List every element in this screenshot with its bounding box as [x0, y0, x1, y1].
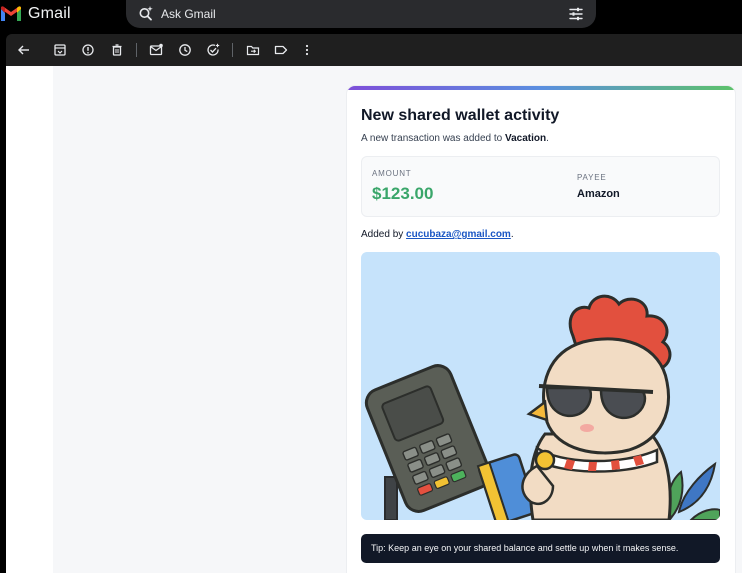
added-by-line: Added by cucubaza@gmail.com. [361, 229, 514, 240]
terminal-stand [384, 476, 398, 520]
subtitle-suffix: . [546, 133, 549, 144]
top-bar: Gmail Ask Gmail [0, 0, 742, 30]
search-options-icon[interactable] [568, 6, 584, 22]
email-subtitle: A new transaction was added to Vacation. [361, 133, 549, 144]
email-title: New shared wallet activity [361, 107, 560, 124]
toolbar-divider [232, 43, 233, 57]
snooze-icon[interactable] [178, 43, 192, 57]
add-task-icon[interactable] [206, 43, 220, 57]
search-box[interactable]: Ask Gmail [126, 0, 596, 28]
chicken-beak [526, 399, 549, 422]
move-to-icon[interactable] [246, 43, 260, 57]
payee-value: Amazon [577, 188, 620, 200]
search-input[interactable]: Ask Gmail [161, 7, 216, 21]
report-spam-icon[interactable] [81, 43, 95, 57]
payee-label: PAYEE [577, 173, 607, 182]
label-icon[interactable] [274, 43, 288, 57]
gmail-m-icon [1, 6, 21, 21]
amount-label: AMOUNT [372, 169, 412, 178]
delete-icon[interactable] [110, 43, 124, 57]
leaf [677, 461, 717, 514]
gmail-logo[interactable]: Gmail [0, 4, 71, 24]
transaction-details: AMOUNT $123.00 PAYEE Amazon [361, 156, 720, 217]
chicken-blush [580, 424, 594, 432]
added-by-prefix: Added by [361, 229, 407, 240]
message-toolbar [6, 34, 742, 66]
search-spark-icon [139, 6, 153, 21]
app-name: Gmail [28, 5, 71, 22]
amount-value: $123.00 [372, 184, 434, 203]
subtitle-prefix: A new transaction was added to [361, 133, 505, 144]
archive-icon[interactable] [53, 43, 67, 57]
mark-unread-icon[interactable] [149, 43, 163, 57]
added-by-email-link[interactable]: cucubaza@gmail.com [406, 229, 511, 240]
email-card: New shared wallet activity A new transac… [347, 86, 735, 573]
chicken-card-terminal-illustration [361, 252, 720, 520]
illustration-art [364, 294, 720, 520]
back-arrow-icon[interactable] [17, 43, 31, 57]
leaf [689, 508, 720, 520]
wallet-name: Vacation [504, 133, 547, 144]
added-by-suffix: . [510, 229, 514, 240]
toolbar-divider [136, 43, 137, 57]
message-view: New shared wallet activity A new transac… [6, 66, 742, 573]
tip-banner: Tip: Keep an eye on your shared balance … [361, 534, 720, 563]
card-accent-bar [347, 86, 735, 90]
payment-terminal [364, 364, 492, 513]
more-options-icon[interactable] [300, 43, 314, 57]
